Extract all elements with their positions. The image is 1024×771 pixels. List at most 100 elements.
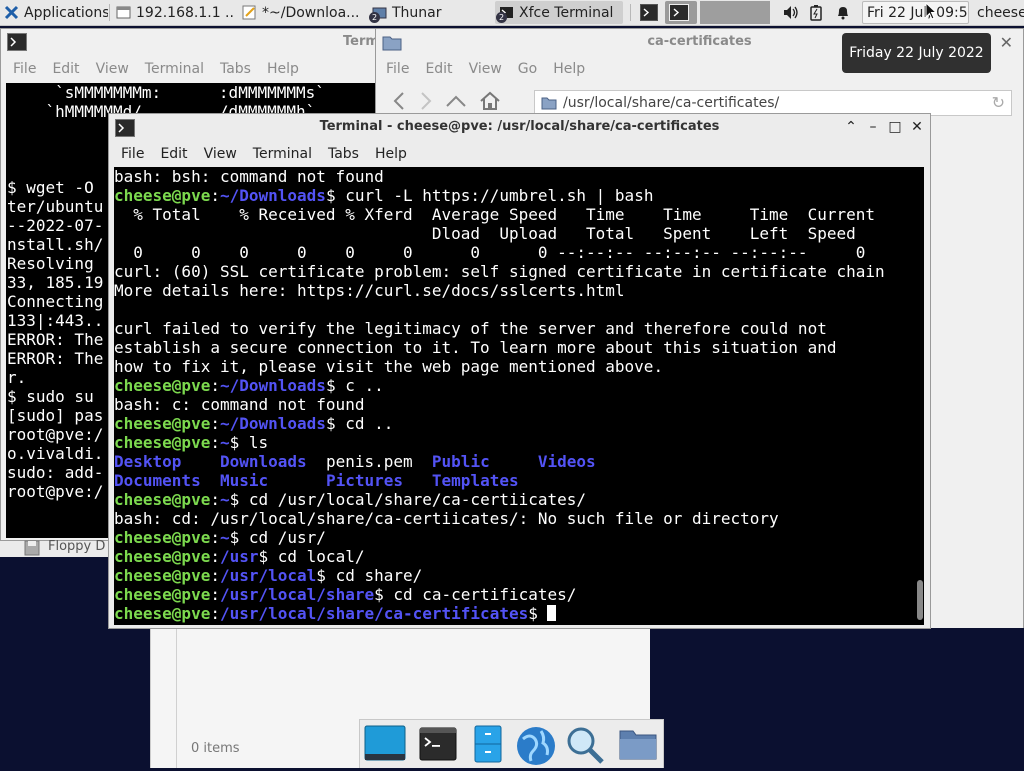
path-text: Templates: [431, 471, 519, 490]
menu-help[interactable]: Help: [545, 61, 593, 77]
path-text: /usr/local: [219, 566, 317, 585]
clock[interactable]: Fri 22 Jul, 09:57: [862, 1, 969, 24]
menu-go[interactable]: Go: [510, 61, 545, 77]
maximize-icon[interactable]: □: [888, 119, 902, 135]
menu-view[interactable]: View: [88, 61, 137, 77]
terminal-line: cheese@pve:~/Downloads$ c ..: [114, 376, 924, 395]
volume-icon[interactable]: [779, 1, 803, 24]
menu-file[interactable]: File: [378, 61, 417, 77]
terminal-text: $ cd ..: [325, 414, 394, 433]
titlebar[interactable]: Termi: [1, 29, 383, 56]
taskbar-item-label: *~/Downloa...: [262, 4, 360, 21]
menu-edit[interactable]: Edit: [417, 61, 460, 77]
reload-icon[interactable]: ↻: [992, 93, 1005, 112]
terminal-text: bash: bsh: command not found: [114, 167, 384, 186]
web-browser-icon[interactable]: [515, 725, 555, 765]
workspace-switcher-area[interactable]: [700, 1, 770, 24]
menu-view[interactable]: View: [461, 61, 510, 77]
menu-edit[interactable]: Edit: [152, 146, 195, 162]
terminal-line: Documents Music Pictures Templates: [114, 471, 924, 490]
terminal-line: cheese@pve:~$ ls: [114, 433, 924, 452]
terminal-line: cheese@pve:/usr/local/share$ cd ca-certi…: [114, 585, 924, 604]
terminal-icon: [669, 4, 689, 21]
shade-icon[interactable]: ⌃: [844, 119, 858, 135]
path-text: ~/Downloads: [219, 414, 326, 433]
terminal-text: bash: cd: /usr/local/share/ca-certiicate…: [114, 509, 779, 528]
menu-file[interactable]: File: [5, 61, 44, 77]
taskbar-item-terminal[interactable]: 2 Xfce Terminal: [495, 1, 623, 24]
path-text: Music: [219, 471, 269, 490]
terminal-text: 0 0 0 0 0 0 0 0 --:--:-- --:--:-- --:--:…: [114, 243, 866, 262]
terminal-text: More details here: https://curl.se/docs/…: [114, 281, 625, 300]
workspace-2-button[interactable]: [665, 1, 697, 24]
prompt-user: cheese@pve: [114, 566, 211, 585]
terminal-line: cheese@pve:/usr/local$ cd share/: [114, 566, 924, 585]
terminal-line: bash: bsh: command not found: [114, 167, 924, 186]
taskbar-item-browser[interactable]: 192.168.1.1 ...: [112, 1, 234, 24]
top-panel: Applications 192.168.1.1 ... *~/Downloa.…: [0, 0, 1024, 26]
path-text: ~: [219, 490, 230, 509]
notification-bell-icon[interactable]: [832, 1, 856, 24]
applications-menu-button[interactable]: Applications: [0, 1, 108, 24]
menu-help[interactable]: Help: [367, 146, 415, 162]
user-menu-button[interactable]: cheese: [973, 1, 1024, 24]
app-finder-icon[interactable]: [565, 725, 605, 764]
path-text: Videos: [537, 452, 596, 471]
terminal-line: curl: (60) SSL certificate problem: self…: [114, 262, 924, 281]
terminal-output[interactable]: bash: bsh: command not found cheese@pve:~…: [114, 167, 924, 625]
home-icon[interactable]: [479, 91, 501, 115]
prompt-user: cheese@pve: [114, 604, 211, 623]
path-text: ~: [219, 433, 230, 452]
menu-file[interactable]: File: [113, 146, 152, 162]
taskbar-item-thunar[interactable]: 2 Thunar: [368, 1, 491, 24]
path-text: /usr/local/share/ca-certificates: [219, 604, 529, 623]
menu-edit[interactable]: Edit: [44, 61, 87, 77]
terminal-line: curl failed to verify the legitimacy of …: [114, 319, 924, 338]
terminal-icon: [7, 33, 27, 55]
terminal-text: :: [210, 547, 220, 566]
terminal-icon: 2: [496, 5, 514, 23]
terminal-icon[interactable]: [419, 725, 459, 763]
show-desktop-icon[interactable]: [364, 725, 406, 763]
forward-icon[interactable]: [419, 92, 433, 114]
menu-tabs[interactable]: Tabs: [212, 61, 259, 77]
terminal-text: :: [210, 186, 220, 205]
menu-terminal[interactable]: Terminal: [137, 61, 212, 77]
menu-tabs[interactable]: Tabs: [320, 146, 367, 162]
titlebar[interactable]: Terminal - cheese@pve: /usr/local/share/…: [109, 114, 930, 141]
sidebar-item-label[interactable]: Floppy D: [48, 539, 105, 554]
file-cabinet-icon[interactable]: [472, 725, 512, 763]
terminal-text: penis.pem: [306, 452, 432, 471]
battery-icon[interactable]: [806, 1, 830, 24]
navigation-toolbar: [392, 91, 532, 115]
terminal-text: :: [210, 376, 220, 395]
back-icon[interactable]: [392, 92, 406, 114]
workspace-1-button[interactable]: [636, 1, 664, 24]
menu-view[interactable]: View: [196, 146, 245, 162]
menu-terminal[interactable]: Terminal: [245, 146, 320, 162]
close-icon[interactable]: ✕: [910, 119, 924, 135]
up-icon[interactable]: [446, 94, 466, 112]
prompt-user: cheese@pve: [114, 186, 211, 205]
minimize-icon[interactable]: –: [866, 119, 880, 135]
taskbar-item-text-editor[interactable]: *~/Downloa...: [238, 1, 363, 24]
terminal-text: % Total % Received % Xferd Average Speed…: [114, 205, 875, 224]
menu-help[interactable]: Help: [259, 61, 307, 77]
terminal-text: $ c ..: [325, 376, 384, 395]
prompt-user: cheese@pve: [114, 585, 211, 604]
scrollbar-thumb[interactable]: [917, 580, 923, 620]
terminal-line: bash: c: command not found: [114, 395, 924, 414]
terminal-window[interactable]: Terminal - cheese@pve: /usr/local/share/…: [108, 113, 931, 629]
terminal-line: cheese@pve:/usr/local/share/ca-certifica…: [114, 604, 924, 623]
terminal-text: $ cd ca-certificates/: [374, 585, 577, 604]
file-manager-icon[interactable]: [618, 725, 658, 763]
taskbar-item-label: 192.168.1.1 ...: [136, 4, 234, 21]
terminal-text: establish a secure connection to it. To …: [114, 338, 837, 357]
close-icon[interactable]: ✕: [1000, 33, 1013, 52]
terminal-text: :: [210, 604, 220, 623]
xfce-mouse-icon: [4, 5, 19, 20]
